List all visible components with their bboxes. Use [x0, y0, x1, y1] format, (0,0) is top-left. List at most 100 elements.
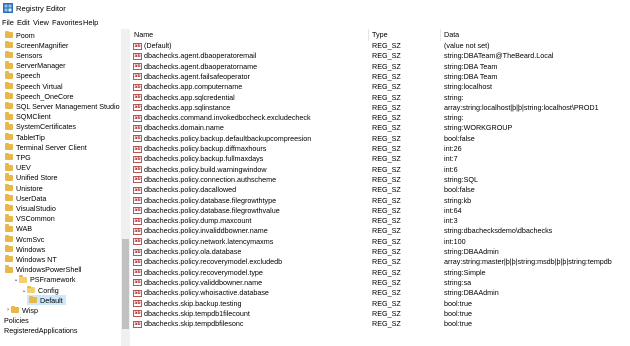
value-data: int:64: [444, 205, 462, 215]
reg-sz-icon: ab: [133, 42, 142, 50]
tree-item[interactable]: Speech: [5, 71, 40, 81]
menu-favorites[interactable]: Favorites: [52, 18, 82, 27]
value-row[interactable]: ab dbachecks.skip.tempdbfilesonc REG_SZ boo…: [131, 319, 630, 329]
tree-scrollbar-thumb[interactable]: [122, 239, 129, 329]
value-data: string:kb: [444, 195, 472, 205]
value-row[interactable]: ab dbachecks.skip.backup.testing REG_SZ boo…: [131, 299, 630, 309]
tree-item[interactable]: Windows: [5, 244, 45, 254]
value-row[interactable]: ab dbachecks.policy.connection.authscheme…: [131, 175, 630, 185]
value-row[interactable]: ab dbachecks.app.sqlinstance REG_SZ array:s…: [131, 103, 630, 113]
tree-item[interactable]: Unified Store: [5, 173, 58, 183]
value-row[interactable]: ab dbachecks.policy.ola.database REG_SZ str…: [131, 247, 630, 257]
column-divider[interactable]: [368, 29, 369, 41]
tree-item-label: SQL Server Management Studio: [16, 101, 120, 111]
value-row[interactable]: ab dbachecks.policy.database.filegrowthva…: [131, 206, 630, 216]
folder-icon: [5, 122, 13, 130]
menu-help[interactable]: Help: [83, 18, 98, 27]
menu-file[interactable]: File: [2, 18, 14, 27]
value-type: REG_SZ: [372, 257, 401, 267]
tree-item[interactable]: ⌄ PSFramework: [13, 275, 76, 285]
tree-item[interactable]: Default: [27, 295, 66, 306]
tree-item[interactable]: TPG: [5, 152, 31, 162]
tree-item[interactable]: ScreenMagnifier: [5, 40, 68, 50]
tree-item[interactable]: Speech Virtual: [5, 81, 63, 91]
tree-item[interactable]: Policies: [4, 316, 29, 326]
value-data: string:sa: [444, 277, 472, 287]
value-data: string:DBAAdmin: [444, 247, 499, 256]
tree-item[interactable]: Unistore: [5, 183, 43, 193]
tree-item[interactable]: Speech_OneCore: [5, 91, 74, 101]
value-row[interactable]: ab dbachecks.app.computername REG_SZ string…: [131, 82, 630, 92]
value-row[interactable]: ab dbachecks.policy.whoisactive.database R…: [131, 288, 630, 298]
column-header-data[interactable]: Data: [444, 30, 459, 40]
tree-item-label: Windows NT: [16, 254, 57, 264]
tree-item[interactable]: Sensors: [5, 50, 42, 60]
tree-item-label: VSCommon: [16, 214, 55, 224]
reg-sz-icon: ab: [133, 94, 142, 101]
value-name: dbachecks.policy.recoverymodel.type: [144, 267, 263, 277]
value-name: dbachecks.skip.backup.testing: [144, 298, 242, 308]
value-type: REG_SZ: [372, 298, 401, 308]
value-data: bool:true: [444, 298, 472, 308]
value-row[interactable]: ab dbachecks.policy.invaliddbowner.name RE…: [131, 226, 630, 236]
value-name: dbachecks.skip.tempdbfilesonc: [144, 319, 244, 329]
reg-sz-icon: ab: [133, 279, 142, 287]
tree-item[interactable]: SystemCertificates: [5, 122, 76, 132]
tree-item[interactable]: ServerManager: [5, 61, 66, 71]
value-type: REG_SZ: [372, 308, 401, 318]
tree-item[interactable]: Terminal Server Client: [5, 142, 87, 152]
value-type: REG_SZ: [372, 216, 401, 226]
tree-item-label: WcmSvc: [16, 234, 45, 244]
reg-sz-icon: ab: [133, 238, 142, 246]
tree-item[interactable]: RegisteredApplications: [4, 326, 78, 336]
tree-scrollbar[interactable]: [121, 29, 130, 346]
value-row[interactable]: ab dbachecks.policy.network.latencymaxms R…: [131, 237, 630, 247]
value-row[interactable]: ab dbachecks.skip.tempdb1filecount REG_SZ b…: [131, 309, 630, 319]
menu-edit[interactable]: Edit: [17, 18, 30, 27]
value-row[interactable]: ab dbachecks.policy.recoverymodel.type REG…: [131, 268, 630, 278]
tree-item[interactable]: SQL Server Management Studio: [5, 101, 120, 111]
tree-item[interactable]: WindowsPowerShell: [5, 265, 82, 275]
value-row[interactable]: ab dbachecks.policy.recoverymodel.exclude…: [131, 257, 630, 267]
value-row[interactable]: ab dbachecks.app.sqlcredential REG_SZ strin…: [131, 93, 630, 103]
tree-item[interactable]: UEV: [5, 163, 31, 173]
value-row[interactable]: ab dbachecks.domain.name REG_SZ string:WORK…: [131, 123, 630, 133]
column-header-name[interactable]: Name: [134, 30, 153, 40]
value-row[interactable]: ab dbachecks.agent.dbaoperatoremail REG_SZ…: [131, 51, 630, 61]
value-row[interactable]: ab dbachecks.policy.dacallowed REG_SZ bool:…: [131, 185, 630, 195]
tree-item[interactable]: Poom: [5, 30, 35, 40]
tree-item[interactable]: UserData: [5, 193, 46, 203]
tree-item[interactable]: WcmSvc: [5, 234, 44, 244]
value-row[interactable]: ab dbachecks.policy.backup.defaultbackupc…: [131, 134, 630, 144]
value-row[interactable]: ab (Default) REG_SZ (value not set): [131, 41, 630, 51]
value-row[interactable]: ab dbachecks.policy.validdbowner.name REG_…: [131, 278, 630, 288]
value-name: dbachecks.policy.invaliddbowner.name: [144, 226, 268, 236]
value-row[interactable]: ab dbachecks.policy.build.warningwindow RE…: [131, 165, 630, 175]
tree-item[interactable]: ⌄ Config: [21, 285, 59, 295]
column-divider[interactable]: [440, 29, 441, 41]
tree-item[interactable]: › Wisp: [5, 305, 38, 315]
value-row[interactable]: ab dbachecks.policy.backup.diffmaxhours RE…: [131, 144, 630, 154]
tree-item[interactable]: VSCommon: [5, 214, 55, 224]
tree-item[interactable]: Windows NT: [5, 254, 57, 264]
folder-icon: [5, 244, 13, 253]
tree-item[interactable]: WAB: [5, 224, 32, 234]
value-row[interactable]: ab dbachecks.policy.backup.fullmaxdays REG…: [131, 154, 630, 164]
value-row[interactable]: ab dbachecks.policy.database.filegrowthty…: [131, 196, 630, 206]
tree-item[interactable]: SQMClient: [5, 112, 51, 122]
value-row[interactable]: ab dbachecks.policy.dump.maxcount REG_SZ in…: [131, 216, 630, 226]
tree-item[interactable]: VisualStudio: [5, 203, 56, 213]
column-header-type[interactable]: Type: [372, 30, 388, 40]
value-row[interactable]: ab dbachecks.command.invokedbccheck.exclu…: [131, 113, 630, 123]
menu-view[interactable]: View: [33, 18, 49, 27]
tree-item-label: VisualStudio: [16, 203, 56, 213]
reg-sz-icon: ab: [133, 197, 142, 204]
value-name: dbachecks.policy.dacallowed: [144, 185, 237, 195]
folder-icon: [5, 91, 13, 100]
tree-item[interactable]: TabletTip: [5, 132, 45, 142]
value-type: REG_SZ: [372, 236, 401, 246]
tree-item-label: ServerManager: [16, 61, 66, 71]
folder-icon: [5, 132, 13, 141]
value-row[interactable]: ab dbachecks.agent.failsafeoperator REG_SZ…: [131, 72, 630, 82]
value-row[interactable]: ab dbachecks.agent.dbaoperatorname REG_SZ s…: [131, 62, 630, 72]
